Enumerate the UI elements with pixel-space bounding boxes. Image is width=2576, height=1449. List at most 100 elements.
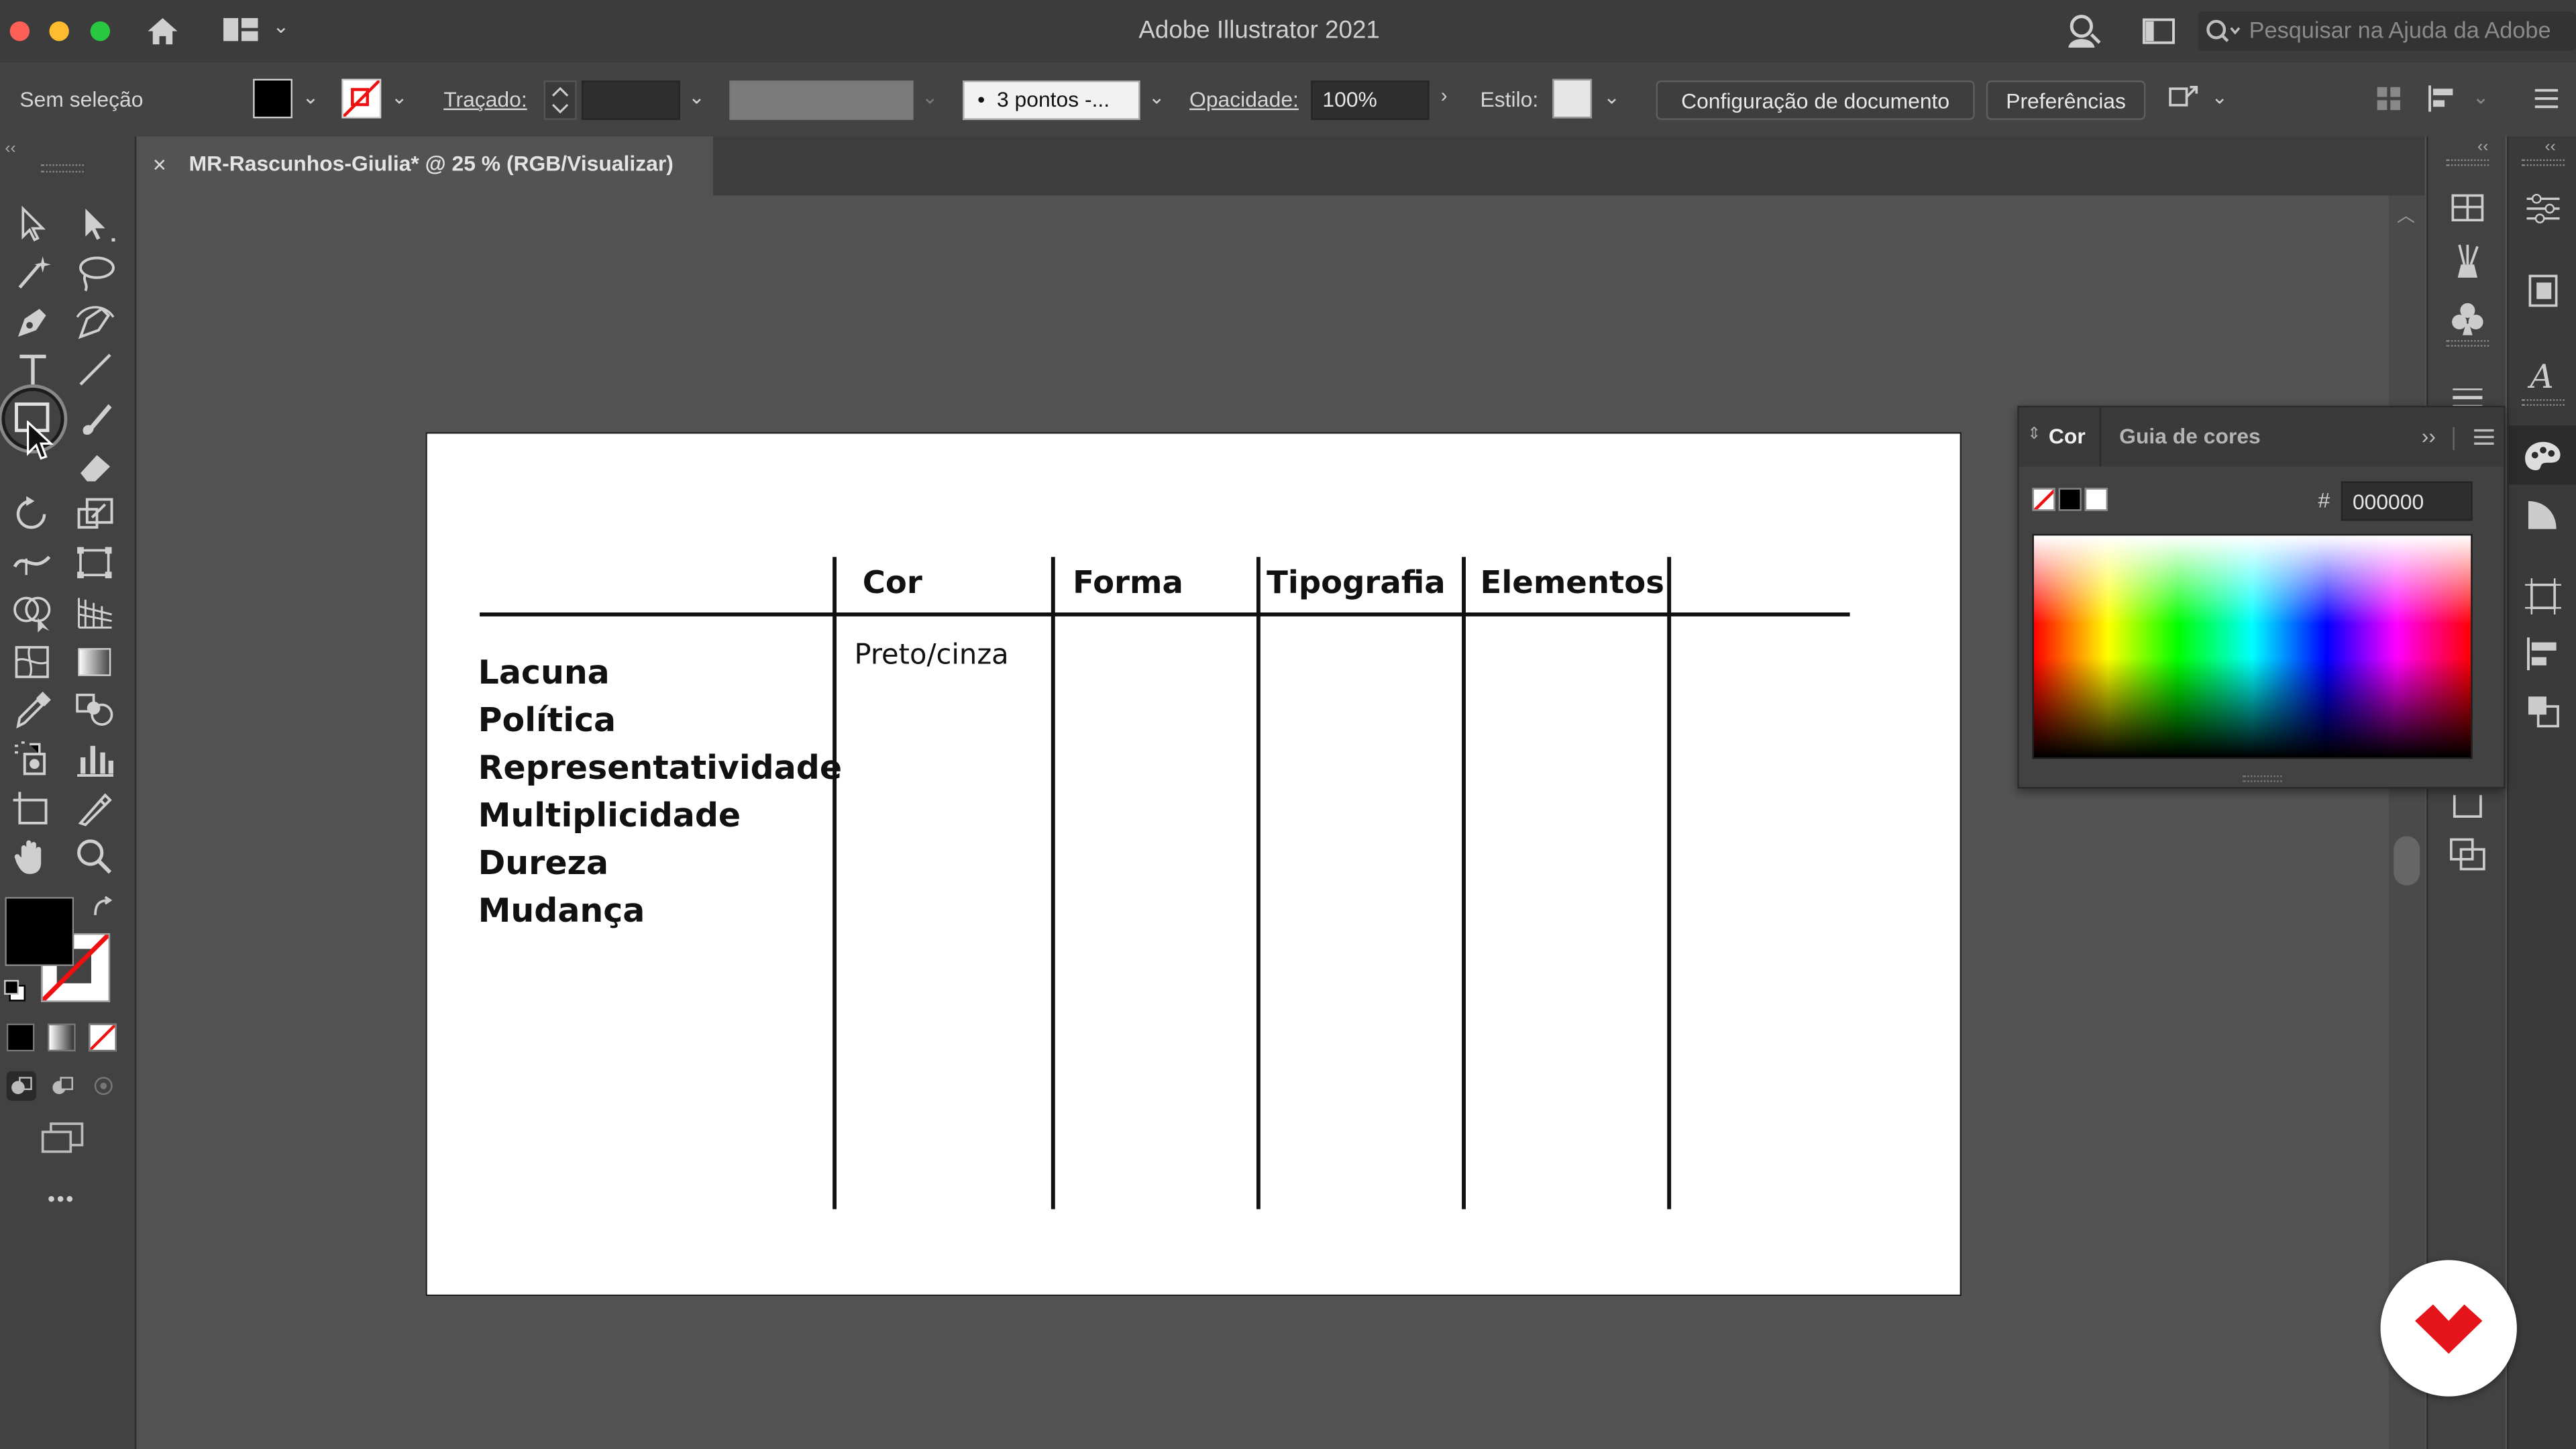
selection-tool-icon[interactable] [10,202,56,245]
document-tab[interactable]: × MR-Rascunhos-Giulia* @ 25 % (RGB/Visua… [138,136,713,196]
width-tool-icon[interactable] [10,542,56,585]
pathfinder-icon[interactable] [2447,835,2489,874]
hand-tool-icon[interactable] [10,835,56,877]
eyedropper-tool-icon[interactable] [10,688,56,731]
stroke-label[interactable]: Traçado: [443,87,527,112]
align-chevron-icon[interactable]: ⌄ [2473,85,2489,108]
fill-chevron-icon[interactable]: ⌄ [303,85,319,108]
eraser-tool-icon[interactable] [72,445,119,488]
symbol-sprayer-tool-icon[interactable] [10,738,56,781]
default-fill-stroke-icon[interactable] [3,979,26,1002]
collapse-arrows-icon[interactable]: ‹‹ [5,140,15,158]
slice-tool-icon[interactable] [72,787,119,830]
symbols-icon[interactable] [2447,299,2489,339]
color-mode-button[interactable] [6,1023,35,1052]
column-graph-tool-icon[interactable] [72,738,119,781]
draw-behind-icon[interactable] [48,1071,77,1101]
brushes-icon[interactable] [2447,241,2489,281]
user-search-icon[interactable] [2063,11,2103,51]
collapse-dock-icon[interactable]: ‹‹ [2544,138,2555,156]
panel-menu-icon[interactable] [2473,425,2496,448]
none-color-chip[interactable] [2032,488,2055,511]
align-icon[interactable] [2426,84,2463,113]
character-icon[interactable]: A [2522,355,2565,396]
document-setup-button[interactable]: Configuração de documento [1656,80,1975,120]
black-color-chip[interactable] [2058,488,2082,511]
style-chevron-icon[interactable]: ⌄ [1603,85,1620,108]
dock-grip[interactable] [2522,399,2565,406]
panels-toggle-icon[interactable] [2142,16,2175,46]
line-segment-tool-icon[interactable] [72,348,119,391]
fill-color-swatch[interactable] [253,78,292,119]
fill-color-box[interactable] [5,897,74,966]
pathfinder-panel-icon[interactable] [2522,692,2565,731]
curvature-tool-icon[interactable] [72,301,119,343]
color-spectrum[interactable] [2032,533,2473,759]
paintbrush-tool-icon[interactable] [72,398,119,441]
gradient-tool-icon[interactable] [72,641,119,684]
align-panel-icon[interactable] [2522,634,2565,674]
magic-wand-tool-icon[interactable] [10,252,56,294]
stroke-weight-stepper[interactable] [543,80,577,120]
expand-panel-icon[interactable]: ›› [2422,424,2436,449]
scrollbar-thumb[interactable] [2394,836,2420,885]
free-transform-tool-icon[interactable] [72,542,119,585]
pen-tool-icon[interactable] [10,301,56,343]
dock-grip[interactable] [2446,339,2489,347]
resize-grip[interactable] [2242,775,2282,782]
graphic-style-swatch[interactable] [1552,78,1593,119]
chevron-right-icon[interactable]: › [1441,84,1448,107]
preferences-button[interactable]: Preferências [1986,80,2146,120]
mesh-tool-icon[interactable] [10,641,56,684]
zoom-tool-icon[interactable] [72,835,119,877]
libraries-icon[interactable] [2447,189,2489,229]
brush-definition-select[interactable]: • 3 pontos -... [963,80,1140,120]
grid-icon[interactable] [2374,84,2404,113]
properties-icon[interactable] [2522,189,2565,229]
swap-fill-stroke-icon[interactable] [92,896,115,918]
shape-builder-tool-icon[interactable] [10,592,56,635]
blend-tool-icon[interactable] [72,688,119,731]
gradient-mode-button[interactable] [48,1023,76,1052]
perspective-grid-tool-icon[interactable] [72,592,119,635]
arrange-chevron-icon[interactable]: ⌄ [2211,85,2228,108]
hex-color-input[interactable]: 000000 [2341,481,2473,521]
none-mode-button[interactable] [89,1023,117,1052]
draw-normal-icon[interactable] [6,1071,36,1101]
panel-menu-icon[interactable] [2530,82,2563,115]
opacity-input[interactable]: 100% [1311,80,1430,120]
lasso-tool-icon[interactable] [72,252,119,294]
brush-chevron-icon[interactable]: ⌄ [1148,85,1165,108]
scale-tool-icon[interactable] [72,493,119,536]
tab-guia-de-cores[interactable]: Guia de cores [2119,424,2261,449]
dock-grip[interactable] [2446,159,2489,166]
white-color-chip[interactable] [2084,488,2108,511]
close-icon[interactable]: × [153,151,166,177]
panel-grip[interactable] [41,164,84,173]
layers-icon[interactable] [2522,271,2565,311]
direct-selection-tool-icon[interactable] [72,202,119,245]
stroke-chevron-icon[interactable]: ⌄ [391,85,408,108]
gradient-panel-icon[interactable] [2522,494,2565,534]
draw-inside-icon[interactable] [89,1071,118,1101]
panel-options-toggle-icon[interactable]: ⇕ [2027,425,2041,443]
stroke-weight-input[interactable] [581,80,680,120]
profile-chevron-icon[interactable]: ⌄ [922,85,938,108]
more-tools-icon[interactable]: ••• [48,1186,75,1211]
artboards-icon[interactable] [2522,577,2565,616]
help-search-input[interactable]: Pesquisar na Ajuda da Adobe [2198,11,2576,51]
screen-mode-icon[interactable] [40,1120,86,1157]
collapse-dock-icon[interactable]: ‹‹ [2477,138,2488,156]
color-palette-icon[interactable] [2522,437,2565,476]
arrange-documents-icon[interactable] [2165,80,2202,117]
type-tool-icon[interactable] [10,348,56,391]
dock-grip[interactable] [2522,159,2565,166]
artboard[interactable]: Cor Forma Tipografia Elementos Lacuna Po… [425,432,1962,1297]
stroke-weight-chevron-icon[interactable]: ⌄ [688,85,705,108]
rotate-tool-icon[interactable] [10,493,56,536]
opacity-label[interactable]: Opacidade: [1189,87,1299,112]
scroll-up-icon[interactable]: ︿ [2397,202,2415,228]
variable-width-profile[interactable] [729,80,914,120]
tab-cor[interactable]: Cor [2049,424,2086,449]
artboard-tool-icon[interactable] [10,787,56,830]
